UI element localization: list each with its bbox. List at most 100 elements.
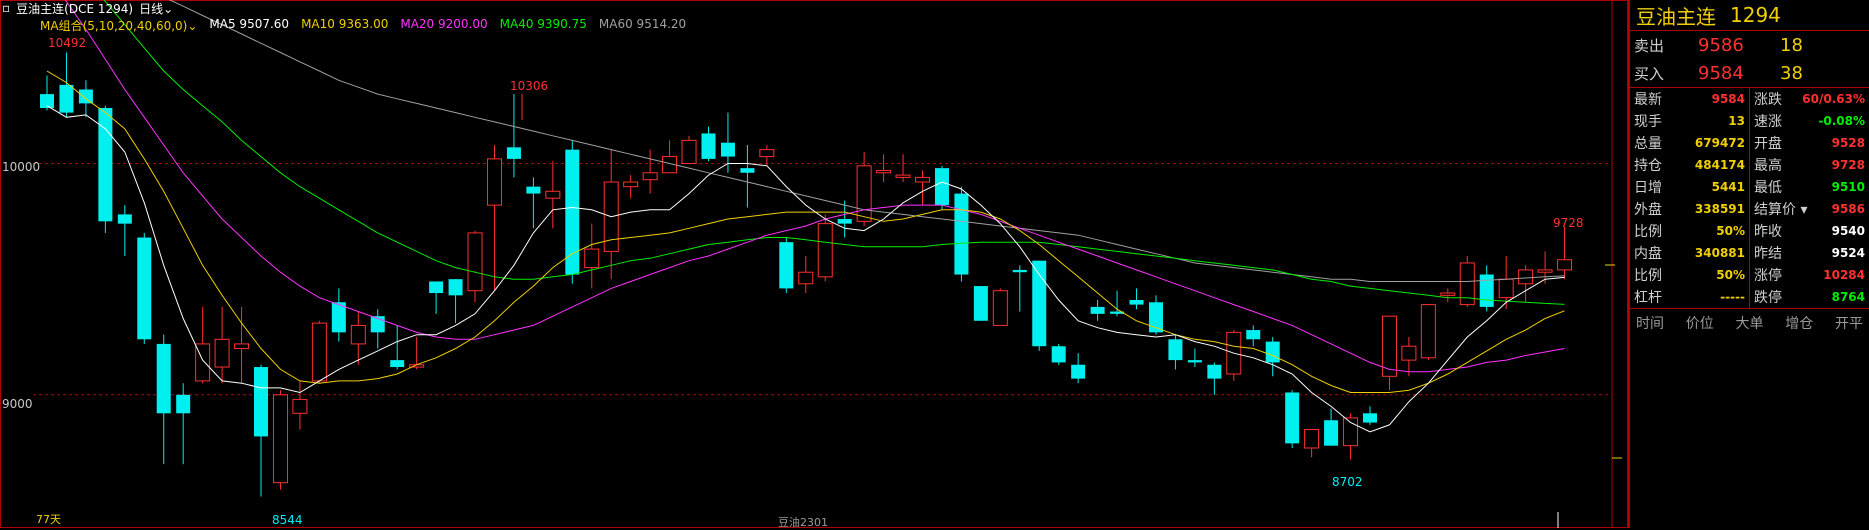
quote-stat-label: 比例 <box>1634 224 1662 240</box>
quote-stat-row: 最高 9728 <box>1750 154 1869 176</box>
tick-column-header: 大单 <box>1735 316 1764 332</box>
candle-body-down <box>448 279 463 296</box>
quote-code: 1294 <box>1730 3 1781 27</box>
low-marker-left: 8544 <box>272 513 303 527</box>
quote-stat-value: 9584 <box>1711 92 1745 106</box>
quote-stat-label: 比例 <box>1634 268 1662 284</box>
candle-body-down <box>701 133 716 159</box>
ma-legend: MA组合(5,10,20,40,60,0)⌄ MA5 9507.60 MA10 … <box>40 17 686 34</box>
chart-frame <box>0 0 1628 528</box>
candle-body-down <box>1071 364 1086 379</box>
quote-stat-row: 涨停 10284 <box>1750 264 1869 286</box>
quote-stat-value: ----- <box>1720 290 1745 304</box>
quote-stat-value: 679472 <box>1694 136 1745 150</box>
candle-body-down <box>720 142 735 157</box>
quote-stat-row: 速涨 -0.08% <box>1750 110 1869 132</box>
candle-body-down <box>1265 341 1280 363</box>
candle-body-up <box>214 338 230 368</box>
quote-stat-value: 9586 <box>1831 202 1865 216</box>
quote-stat-value: -0.08% <box>1818 114 1865 128</box>
candle-body-up <box>876 169 892 174</box>
ma5-label: MA5 9507.60 <box>209 17 290 31</box>
quote-title: 豆油主连 1294 <box>1630 0 1869 31</box>
candle-body-up <box>1304 428 1320 449</box>
y-axis-label-10000: 10000 <box>2 160 41 174</box>
candle-body-down <box>1362 413 1377 423</box>
candle-body-up <box>1537 269 1553 273</box>
low-marker-right: 8702 <box>1332 475 1363 489</box>
ask-volume: 18 <box>1780 34 1803 56</box>
quote-stat-row: 跌停 8764 <box>1750 286 1869 308</box>
menu-icon[interactable]: ▫ <box>2 1 10 15</box>
bid-volume: 38 <box>1780 62 1803 84</box>
quote-stat-row: 最新 9584 <box>1630 88 1749 110</box>
ma10-line <box>46 70 1565 393</box>
candle-body-up <box>1557 259 1573 271</box>
candle-body-up <box>1401 345 1417 361</box>
candle-body-up <box>623 181 639 188</box>
quote-stat-label: 内盘 <box>1634 246 1662 262</box>
ma-group-selector[interactable]: MA组合(5,10,20,40,60,0)⌄ <box>40 17 197 34</box>
candle-body-down <box>1168 339 1183 361</box>
quote-stat-label: 日增 <box>1634 180 1662 196</box>
ma60-label: MA60 9514.20 <box>598 17 687 31</box>
ask-label: 卖出 <box>1634 36 1665 55</box>
candle-body-up <box>1498 278 1514 299</box>
candle-body-down <box>1285 392 1300 444</box>
y-axis-label-9000: 9000 <box>2 397 33 411</box>
candle-body-down <box>1187 360 1202 363</box>
quote-stat-label: 外盘 <box>1634 202 1662 218</box>
quote-stat-value: 10284 <box>1823 268 1865 282</box>
bid-label: 买入 <box>1634 64 1665 83</box>
quote-stat-value: 9540 <box>1831 224 1865 238</box>
quote-stats: 最新 9584 现手 13 总量 679472 持仓 484174 日增 5441 外盘 338591… <box>1630 88 1869 309</box>
candle-body-up <box>642 172 658 181</box>
chevron-down-icon: ⌄ <box>187 19 198 33</box>
quote-stat-row: 外盘 338591 <box>1630 198 1749 220</box>
chart-header: ▫ 豆油主连(DCE 1294) 日线⌄ <box>0 0 173 16</box>
bid-row[interactable]: 买入 9584 38 <box>1630 59 1869 87</box>
kline-chart-panel[interactable]: ▫ 豆油主连(DCE 1294) 日线⌄ MA组合(5,10,20,40,60,… <box>0 0 1628 529</box>
ma10-label: MA10 9363.00 <box>301 17 389 31</box>
candle-body-down <box>1032 260 1047 347</box>
period-label: 日线 <box>139 1 164 16</box>
candle-body-down <box>506 147 521 159</box>
ask-price: 9586 <box>1698 34 1744 56</box>
quote-stat-row: 现手 13 <box>1630 110 1749 132</box>
candle-body-up <box>545 190 561 199</box>
candle-body-up <box>817 223 833 278</box>
candle-body-down <box>59 84 74 113</box>
candle-body-up <box>272 394 288 484</box>
symbol-title[interactable]: 豆油主连(DCE 1294) <box>16 0 133 17</box>
candle-body-down <box>78 89 93 104</box>
quote-panel: 豆油主连 1294 卖出 9586 18 买入 9584 38 最新 9584 现手… <box>1628 0 1869 528</box>
ask-row[interactable]: 卖出 9586 18 <box>1630 31 1869 59</box>
quote-stat-value: 9524 <box>1831 246 1865 260</box>
ma20-label: MA20 9200.00 <box>400 17 488 31</box>
candle-body-down <box>779 242 794 289</box>
quote-stat-row: 总量 679472 <box>1630 132 1749 154</box>
tick-column-header: 时间 <box>1636 316 1664 332</box>
quote-stat-label: 最低 <box>1754 180 1782 196</box>
period-selector[interactable]: 日线⌄ <box>139 0 173 17</box>
kline-chart[interactable] <box>0 0 1628 528</box>
quote-stat-label: 结算价 ▾ <box>1754 202 1808 218</box>
candle-body-up <box>759 149 775 158</box>
days-count: 77天 <box>36 513 61 526</box>
candle-body-down <box>837 219 852 224</box>
candle-body-down <box>1479 274 1494 307</box>
candle-body-down <box>1129 299 1144 305</box>
candle-body-up <box>311 322 327 382</box>
candle-body-down <box>973 286 988 321</box>
quote-stat-value: 50% <box>1716 224 1745 238</box>
ma20-line <box>64 0 1565 373</box>
candle-body-up <box>1518 269 1534 285</box>
candle-body-down <box>254 367 269 437</box>
quote-stat-row: 比例 50% <box>1630 220 1749 242</box>
quote-stat-label: 昨结 <box>1754 246 1782 262</box>
candle-body-up <box>350 324 366 345</box>
high-marker-mid: 10306 <box>510 79 549 93</box>
quote-name: 豆油主连 <box>1636 4 1716 29</box>
candle-body-up <box>895 174 911 178</box>
quote-stat-label: 现手 <box>1634 114 1662 130</box>
